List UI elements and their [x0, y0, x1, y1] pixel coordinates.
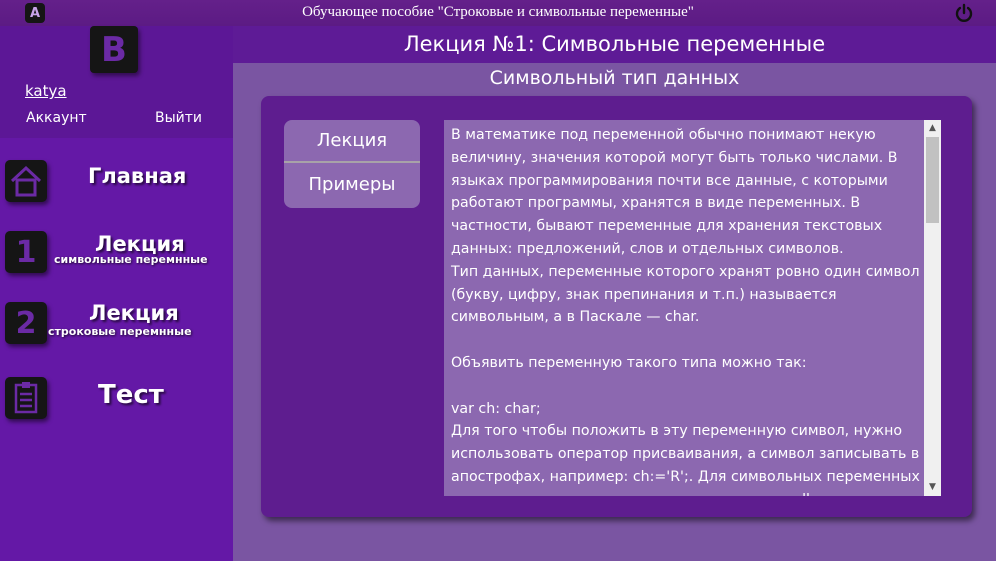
home-icon	[5, 160, 47, 202]
sidebar: B katya Аккаунт Выйти Главная 1 Лекция с…	[0, 26, 233, 561]
sidebar-item-test[interactable]: Тест	[0, 374, 233, 444]
lecture-paragraph: Для того чтобы положить в эту переменную…	[451, 423, 920, 496]
lecture-paragraph	[451, 375, 923, 398]
sidebar-item-label: Лекция	[89, 301, 179, 325]
sidebar-item-label: Тест	[98, 380, 164, 410]
lecture-paragraph: Тип данных, переменные которого хранят р…	[451, 263, 920, 326]
title-bar: A Обучающее пособие "Строковые и символь…	[0, 0, 996, 26]
tab-examples[interactable]: Примеры	[284, 164, 420, 206]
scroll-up-arrow-icon[interactable]: ▲	[924, 120, 941, 137]
tab-lecture[interactable]: Лекция	[284, 120, 420, 162]
sidebar-item-sublabel: строковые перемнные	[48, 325, 192, 338]
logout-link[interactable]: Выйти	[155, 110, 202, 126]
power-icon[interactable]	[953, 2, 975, 24]
sidebar-item-home[interactable]: Главная	[0, 156, 233, 226]
lecture-paragraph: var ch: char;	[451, 400, 541, 417]
page-title: Лекция №1: Символьные переменные	[233, 26, 996, 63]
lecture-text-area[interactable]: В математике под переменной обычно поним…	[444, 120, 941, 496]
user-panel: B katya Аккаунт Выйти	[0, 26, 233, 138]
tab-bar: Лекция Примеры	[284, 120, 420, 208]
lecture-paragraph: В математике под переменной обычно поним…	[451, 127, 898, 257]
scrollbar-thumb[interactable]	[926, 137, 939, 223]
lecture-paragraph	[451, 329, 923, 352]
username-link[interactable]: katya	[25, 82, 67, 100]
lecture-text: В математике под переменной обычно поним…	[451, 124, 923, 496]
tab-divider	[284, 161, 420, 163]
sidebar-item-lecture-2[interactable]: 2 Лекция строковые перемнные	[0, 298, 233, 368]
clipboard-icon	[5, 377, 47, 419]
logo: B	[90, 26, 138, 73]
sidebar-item-label: Главная	[88, 164, 187, 188]
section-title: Символьный тип данных	[489, 67, 740, 89]
sidebar-item-lecture-1[interactable]: 1 Лекция символьные перемнные	[0, 228, 233, 298]
number-one-icon: 1	[5, 231, 47, 273]
number-two-icon: 2	[5, 302, 47, 344]
lecture-paragraph: Объявить переменную такого типа можно та…	[451, 354, 807, 371]
sidebar-item-sublabel: символьные перемнные	[54, 253, 208, 266]
account-link[interactable]: Аккаунт	[26, 110, 87, 126]
window-title: Обучающее пособие "Строковые и символьны…	[302, 4, 694, 20]
scroll-down-arrow-icon[interactable]: ▼	[924, 479, 941, 496]
scrollbar[interactable]: ▲ ▼	[924, 120, 941, 496]
